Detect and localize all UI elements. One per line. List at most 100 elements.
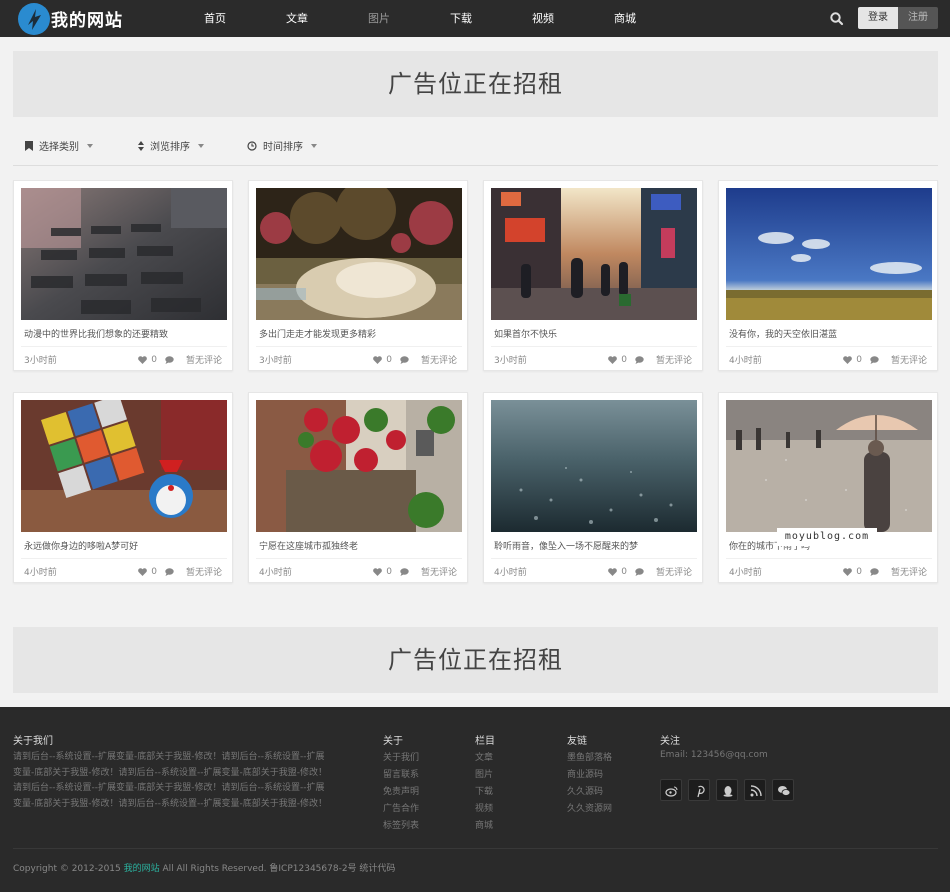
card-image-meadow[interactable] <box>256 188 462 320</box>
heart-icon[interactable] <box>608 567 618 576</box>
nav-images[interactable]: 图片 <box>338 0 420 37</box>
footer-link[interactable]: 商城 <box>475 818 493 835</box>
comment-count[interactable]: 暂无评论 <box>421 565 457 578</box>
search-icon[interactable] <box>829 11 845 27</box>
comment-count[interactable]: 暂无评论 <box>656 565 692 578</box>
card-title[interactable]: 如果首尔不快乐 <box>494 327 694 340</box>
footer-link[interactable]: 久久源码 <box>567 784 612 801</box>
register-button[interactable]: 注册 <box>898 7 938 29</box>
card-image-rubik-doraemon[interactable] <box>21 400 227 532</box>
comment-icon[interactable] <box>165 355 174 364</box>
image-card[interactable]: 如果首尔不快乐 3小时前 0 暂无评论 <box>483 180 703 371</box>
heart-icon[interactable] <box>608 355 618 364</box>
copyright-site-link[interactable]: 我的网站 <box>124 864 160 874</box>
footer-link[interactable]: 关于我们 <box>383 750 419 767</box>
card-time: 4小时前 <box>259 568 292 578</box>
heart-icon[interactable] <box>373 567 383 576</box>
comment-count[interactable]: 暂无评论 <box>421 353 457 366</box>
footer-link[interactable]: 久久资源网 <box>567 801 612 818</box>
card-image-blue-sky[interactable] <box>726 188 932 320</box>
category-filter[interactable]: 选择类别 <box>25 138 93 153</box>
card-title[interactable]: 永远做你身边的哆啦A梦可好 <box>24 539 224 552</box>
comment-icon[interactable] <box>165 567 174 576</box>
heart-icon[interactable] <box>843 355 853 364</box>
footer-link[interactable]: 商业源码 <box>567 767 612 784</box>
rss-icon[interactable] <box>744 779 766 801</box>
copyright: Copyright © 2012-2015 我的网站 All All Right… <box>13 861 395 874</box>
card-divider <box>256 558 462 559</box>
footer-link[interactable]: 图片 <box>475 767 493 784</box>
comment-icon[interactable] <box>635 567 644 576</box>
bookmark-icon <box>25 140 33 151</box>
nav-videos[interactable]: 视频 <box>502 0 584 37</box>
comment-icon[interactable] <box>400 567 409 576</box>
footer-link[interactable]: 墨鱼部落格 <box>567 750 612 767</box>
card-image-classroom[interactable] <box>21 188 227 320</box>
card-title[interactable]: 多出门走走才能发现更多精彩 <box>259 327 459 340</box>
like-count: 0 <box>386 566 392 577</box>
nav-downloads[interactable]: 下载 <box>420 0 502 37</box>
comment-count[interactable]: 暂无评论 <box>186 353 222 366</box>
comment-icon[interactable] <box>635 355 644 364</box>
card-image-flower-house[interactable] <box>256 400 462 532</box>
card-meta: 0 暂无评论 <box>843 565 927 578</box>
comment-icon[interactable] <box>870 567 879 576</box>
footer-link[interactable]: 免责声明 <box>383 784 419 801</box>
footer-follow-heading: 关注 <box>660 736 680 747</box>
site-logo-icon[interactable] <box>18 3 50 35</box>
image-card[interactable]: 宁愿在这座城市孤独终老 4小时前 0 暂无评论 <box>248 392 468 583</box>
card-divider <box>726 346 932 347</box>
footer-link[interactable]: 留言联系 <box>383 767 419 784</box>
card-meta: 0 暂无评论 <box>608 353 692 366</box>
qq-icon[interactable] <box>716 779 738 801</box>
comment-icon[interactable] <box>870 355 879 364</box>
site-footer: 关于我们 请到后台--系统设置--扩展变量-底部关于我盟-修改！请到后台--系统… <box>0 707 950 892</box>
image-card[interactable]: 多出门走走才能发现更多精彩 3小时前 0 暂无评论 <box>248 180 468 371</box>
footer-link[interactable]: 视频 <box>475 801 493 818</box>
comment-count[interactable]: 暂无评论 <box>656 353 692 366</box>
footer-link[interactable]: 标签列表 <box>383 818 419 835</box>
card-image-seoul-street[interactable] <box>491 188 697 320</box>
card-title[interactable]: 宁愿在这座城市孤独终老 <box>259 539 459 552</box>
weibo-icon[interactable] <box>660 779 682 801</box>
image-card[interactable]: 没有你，我的天空依旧湛蓝 4小时前 0 暂无评论 <box>718 180 938 371</box>
card-time: 4小时前 <box>494 568 527 578</box>
card-divider <box>21 558 227 559</box>
image-card[interactable]: 永远做你身边的哆啦A梦可好 4小时前 0 暂无评论 <box>13 392 233 583</box>
wechat-icon[interactable] <box>772 779 794 801</box>
nav-home[interactable]: 首页 <box>174 0 256 37</box>
card-divider <box>726 558 932 559</box>
card-title[interactable]: 没有你，我的天空依旧湛蓝 <box>729 327 929 340</box>
time-sort-filter[interactable]: 时间排序 <box>247 138 317 153</box>
heart-icon[interactable] <box>843 567 853 576</box>
pinterest-icon[interactable] <box>688 779 710 801</box>
heart-icon[interactable] <box>138 567 148 576</box>
image-card[interactable]: 你在的城市下雨了吗 4小时前 0 暂无评论 <box>718 392 938 583</box>
top-ad-banner[interactable]: 广告位正在招租 <box>13 51 938 117</box>
image-card[interactable]: 动漫中的世界比我们想象的还要精致 3小时前 0 暂无评论 <box>13 180 233 371</box>
footer-link[interactable]: 广告合作 <box>383 801 419 818</box>
card-time: 4小时前 <box>729 356 762 366</box>
comment-count[interactable]: 暂无评论 <box>891 565 927 578</box>
comment-count[interactable]: 暂无评论 <box>186 565 222 578</box>
comment-icon[interactable] <box>400 355 409 364</box>
site-name[interactable]: 我的网站 <box>51 6 123 31</box>
footer-about-col-heading: 关于 <box>383 736 403 747</box>
bottom-ad-banner[interactable]: 广告位正在招租 <box>13 627 938 693</box>
nav-shop[interactable]: 商城 <box>584 0 666 37</box>
views-sort-filter[interactable]: 浏览排序 <box>138 138 204 153</box>
card-title[interactable]: 聆听雨音，像坠入一场不愿醒来的梦 <box>494 539 694 552</box>
card-title[interactable]: 动漫中的世界比我们想象的还要精致 <box>24 327 224 340</box>
footer-link[interactable]: 文章 <box>475 750 493 767</box>
login-button[interactable]: 登录 <box>858 7 898 29</box>
card-meta: 0 暂无评论 <box>138 565 222 578</box>
heart-icon[interactable] <box>373 355 383 364</box>
card-image-rain-water[interactable] <box>491 400 697 532</box>
heart-icon[interactable] <box>138 355 148 364</box>
card-image-umbrella-rain[interactable] <box>726 400 932 532</box>
image-card[interactable]: 聆听雨音，像坠入一场不愿醒来的梦 4小时前 0 暂无评论 <box>483 392 703 583</box>
nav-articles[interactable]: 文章 <box>256 0 338 37</box>
comment-count[interactable]: 暂无评论 <box>891 353 927 366</box>
footer-link[interactable]: 下载 <box>475 784 493 801</box>
footer-email[interactable]: Email: 123456@qq.com <box>660 750 768 760</box>
